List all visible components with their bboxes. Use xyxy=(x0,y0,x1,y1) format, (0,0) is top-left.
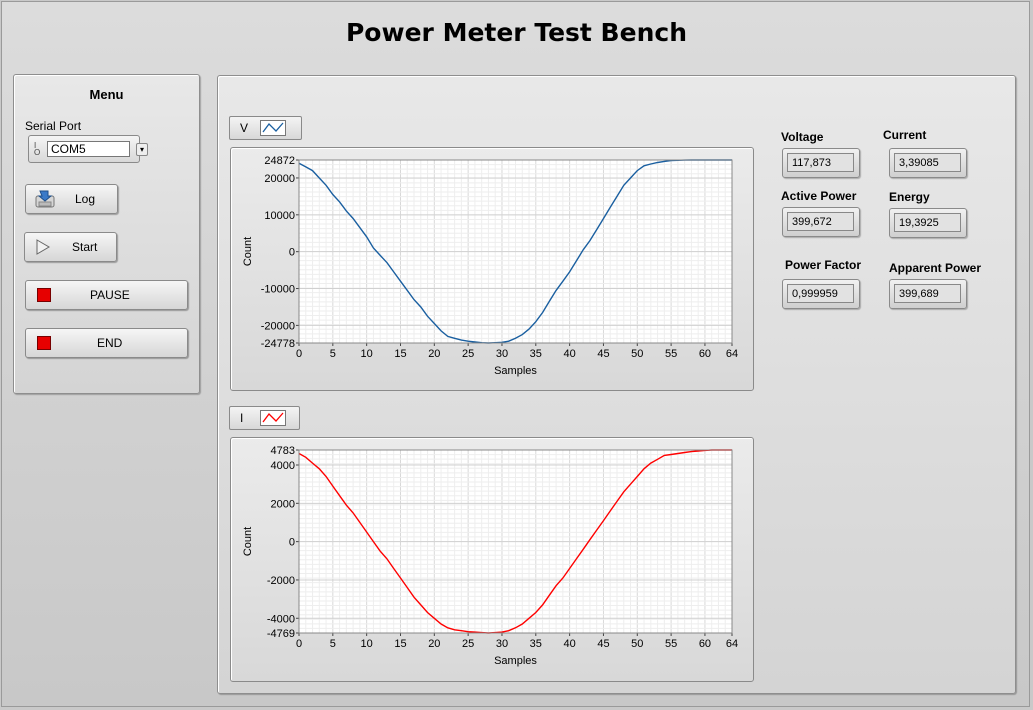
voltage-indicator: 117,873 xyxy=(782,148,860,178)
x-tick-label: 5 xyxy=(330,348,336,360)
x-tick-label: 40 xyxy=(564,348,576,360)
serial-port-select[interactable]: IO COM5 ▾ xyxy=(28,135,148,163)
pause-button[interactable]: PAUSE xyxy=(25,280,188,310)
current-legend-label: I xyxy=(240,411,244,425)
serial-port-label: Serial Port xyxy=(25,119,82,133)
io-icon: IO xyxy=(34,141,41,157)
voltage-value: 117,873 xyxy=(787,153,854,172)
active-power-label: Active Power xyxy=(781,189,857,203)
y-tick-label: -20000 xyxy=(261,320,295,332)
dropdown-arrow-icon[interactable]: ▾ xyxy=(136,143,148,156)
voltage-plot-legend[interactable]: V xyxy=(229,116,302,140)
line-style-icon xyxy=(260,120,286,136)
x-tick-label: 0 xyxy=(296,348,302,360)
apparent-power-value: 399,689 xyxy=(894,284,961,303)
x-tick-label: 10 xyxy=(361,638,373,650)
x-tick-label: 60 xyxy=(699,348,711,360)
x-tick-label: 45 xyxy=(597,638,609,650)
floppy-disk-icon xyxy=(35,190,55,208)
x-tick-label: 64 xyxy=(726,638,738,650)
y-tick-label: 24872 xyxy=(264,155,295,167)
log-button-label: Log xyxy=(75,192,96,206)
x-tick-label: 50 xyxy=(631,348,643,360)
energy-label: Energy xyxy=(889,190,930,204)
apparent-power-label: Apparent Power xyxy=(889,261,982,275)
current-value: 3,39085 xyxy=(894,153,961,172)
x-tick-label: 30 xyxy=(496,348,508,360)
y-tick-label: 0 xyxy=(289,537,295,549)
x-tick-label: 40 xyxy=(564,638,576,650)
menu-panel: Menu Serial Port IO COM5 ▾ Log Start PAU… xyxy=(13,74,200,394)
x-tick-label: 10 xyxy=(361,348,373,360)
stop-indicator-icon xyxy=(37,336,51,350)
serial-port-value[interactable]: COM5 xyxy=(47,141,130,157)
y-tick-label: -4769 xyxy=(267,628,295,640)
x-axis-label: Samples xyxy=(494,655,537,667)
current-plot-legend[interactable]: I xyxy=(229,406,300,430)
voltage-chart: 2487220000100000-10000-20000-247780 5 10 15… xyxy=(242,155,738,377)
log-button[interactable]: Log xyxy=(25,184,118,214)
end-button-label: END xyxy=(97,336,123,350)
current-chart: 4783400020000-2000-4000-47690 5 10 15 20 25 30… xyxy=(242,445,738,667)
voltage-graph: 24872 20000 10000 0 -10000 -20000 -24778 0 5 10 15… xyxy=(230,147,754,391)
x-tick-label: 35 xyxy=(530,638,542,650)
x-tick-label: 50 xyxy=(631,638,643,650)
y-tick-label: 10000 xyxy=(264,210,295,222)
x-tick-label: 15 xyxy=(394,638,406,650)
energy-indicator: 19,3925 xyxy=(889,208,967,238)
y-tick-label: -24778 xyxy=(261,338,295,350)
start-button[interactable]: Start xyxy=(24,232,117,262)
x-tick-label: 30 xyxy=(496,638,508,650)
x-tick-label: 15 xyxy=(394,348,406,360)
x-tick-label: 60 xyxy=(699,638,711,650)
y-tick-label: 4000 xyxy=(271,460,295,472)
voltage-label: Voltage xyxy=(781,130,824,144)
x-tick-label: 25 xyxy=(462,348,474,360)
app-title: Power Meter Test Bench xyxy=(345,18,687,47)
y-tick-label: -2000 xyxy=(267,575,295,587)
x-tick-label: 25 xyxy=(462,638,474,650)
energy-value: 19,3925 xyxy=(894,213,961,232)
x-tick-label: 20 xyxy=(428,638,440,650)
y-tick-label: 2000 xyxy=(271,498,295,510)
y-tick-label: 0 xyxy=(289,247,295,259)
y-tick-label: 20000 xyxy=(264,173,295,185)
active-power-value: 399,672 xyxy=(787,212,854,231)
x-tick-label: 64 xyxy=(726,348,738,360)
menu-title: Menu xyxy=(89,87,124,102)
x-tick-label: 35 xyxy=(530,348,542,360)
voltage-legend-label: V xyxy=(240,121,249,135)
current-graph: 4783 4000 2000 0 -2000 -4000 -4769 0 5 10 15 20 25 30… xyxy=(230,437,754,682)
x-tick-label: 5 xyxy=(330,638,336,650)
line-style-icon xyxy=(260,410,286,426)
y-axis-label: Count xyxy=(242,237,254,266)
y-tick-label: 4783 xyxy=(271,445,295,457)
y-tick-label: -10000 xyxy=(261,284,295,296)
x-tick-label: 20 xyxy=(428,348,440,360)
y-axis-label: Count xyxy=(242,527,254,556)
pause-button-label: PAUSE xyxy=(90,288,130,302)
power-factor-value: 0,999959 xyxy=(787,284,854,303)
x-axis-label: Samples xyxy=(494,365,537,377)
start-button-label: Start xyxy=(72,240,98,254)
active-power-indicator: 399,672 xyxy=(782,207,860,237)
current-label: Current xyxy=(883,128,927,142)
stop-indicator-icon xyxy=(37,288,51,302)
end-button[interactable]: END xyxy=(25,328,188,358)
x-tick-label: 55 xyxy=(665,348,677,360)
play-icon xyxy=(36,239,50,255)
power-factor-label: Power Factor xyxy=(785,258,862,272)
x-tick-label: 0 xyxy=(296,638,302,650)
y-tick-label: -4000 xyxy=(267,613,295,625)
current-indicator: 3,39085 xyxy=(889,148,967,178)
apparent-power-indicator: 399,689 xyxy=(889,279,967,309)
x-tick-label: 45 xyxy=(597,348,609,360)
power-factor-indicator: 0,999959 xyxy=(782,279,860,309)
x-tick-label: 55 xyxy=(665,638,677,650)
